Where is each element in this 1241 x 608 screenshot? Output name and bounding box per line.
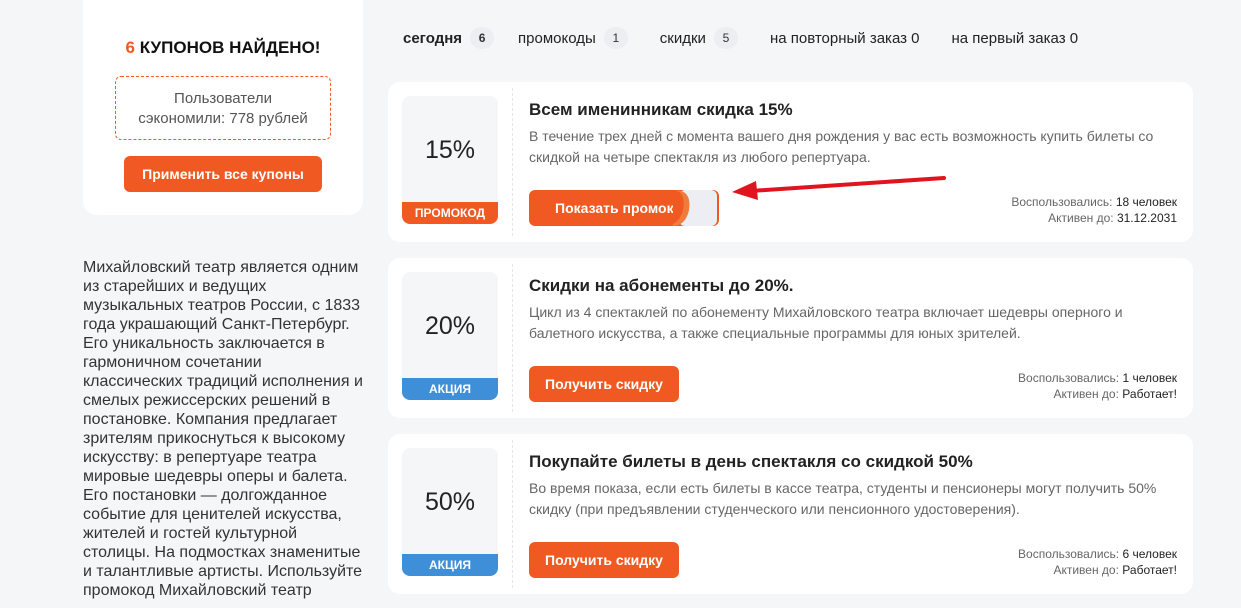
tab-promocodes-label: промокоды [518, 29, 596, 47]
tab-today-count: 6 [470, 27, 495, 49]
coupon-type-tag: АКЦИЯ [402, 554, 498, 576]
coupon-card: 20% АКЦИЯ Скидки на абонементы до 20%. Ц… [388, 258, 1193, 418]
active-until-value: Работает! [1122, 387, 1177, 401]
savings-line-2: сэкономили: 778 рублей [138, 110, 308, 127]
coupons-summary-card: 6 КУПОНОВ НАЙДЕНО! Пользователи сэкономи… [83, 0, 363, 215]
tab-discounts-label: скидки [659, 29, 706, 47]
tab-discounts[interactable]: скидки 5 [660, 27, 738, 49]
coupon-description: В течение трех дней с момента вашего дня… [529, 128, 1154, 165]
promocode-peel-corner[interactable] [669, 188, 719, 228]
coupon-description: Цикл из 4 спектаклей по абонементу Михай… [529, 304, 1123, 341]
coupon-divider [512, 88, 513, 236]
active-until-label: Активен до: [1053, 387, 1119, 401]
active-until-label: Активен до: [1053, 563, 1119, 577]
used-value: 6 человек [1122, 547, 1177, 561]
active-until-value: Работает! [1122, 563, 1177, 577]
used-label: Воспользовались: [1018, 371, 1120, 385]
filter-tabs: сегодня 6 промокоды 1 скидки 5 на повтор… [403, 27, 1110, 49]
coupon-title: Скидки на абонементы до 20%. [529, 276, 794, 295]
active-until-label: Активен до: [1048, 211, 1114, 225]
tab-first-order[interactable]: на первый заказ 0 [952, 30, 1079, 47]
coupon-title: Покупайте билеты в день спектакля со ски… [529, 452, 973, 471]
used-value: 18 человек [1115, 195, 1177, 209]
get-discount-button[interactable]: Получить скидку [529, 366, 679, 402]
tab-promocodes-count: 1 [603, 27, 628, 49]
tab-first-order-label: на первый заказ 0 [951, 29, 1079, 47]
tab-today-label: сегодня [403, 29, 463, 47]
coupons-found-count: 6 [125, 38, 136, 57]
savings-box: Пользователи сэкономили: 778 рублей [115, 76, 331, 140]
coupon-percent: 50% [424, 488, 476, 516]
coupon-title: Всем именинникам скидка 15% [529, 100, 793, 119]
coupon-discount-block: 15% ПРОМОКОД [402, 96, 498, 224]
coupon-meta: Воспользовались: 1 человек Активен до: Р… [1018, 370, 1177, 402]
coupon-meta: Воспользовались: 18 человек Активен до: … [1011, 194, 1177, 226]
coupon-percent: 15% [424, 136, 476, 164]
tab-discounts-count: 5 [713, 27, 738, 49]
get-discount-button[interactable]: Получить скидку [529, 542, 679, 578]
coupon-card: 15% ПРОМОКОД Всем именинникам скидка 15%… [388, 82, 1193, 242]
apply-all-coupons-button[interactable]: Применить все купоны [124, 156, 322, 192]
savings-line-1: Пользователи [174, 90, 272, 107]
coupon-percent: 20% [424, 312, 476, 340]
tab-repeat-order-label: на повторный заказ 0 [769, 29, 920, 47]
tab-promocodes[interactable]: промокоды 1 [518, 27, 628, 49]
coupon-divider [512, 440, 513, 588]
coupon-description: Во время показа, если есть билеты в касс… [529, 480, 1157, 517]
tab-today[interactable]: сегодня 6 [403, 27, 495, 49]
coupon-type-tag: ПРОМОКОД [402, 202, 498, 224]
coupons-found-heading: 6 КУПОНОВ НАЙДЕНО! [83, 38, 363, 58]
theatre-description: Михайловский театр является одним из ста… [83, 259, 363, 599]
used-label: Воспользовались: [1018, 547, 1120, 561]
coupon-discount-block: 20% АКЦИЯ [402, 272, 498, 400]
coupon-card: 50% АКЦИЯ Покупайте билеты в день спекта… [388, 434, 1193, 594]
coupon-divider [512, 264, 513, 412]
coupons-found-text: КУПОНОВ НАЙДЕНО! [139, 38, 321, 57]
tab-repeat-order[interactable]: на повторный заказ 0 [770, 30, 920, 47]
used-label: Воспользовались: [1011, 195, 1113, 209]
coupon-type-tag: АКЦИЯ [402, 378, 498, 400]
coupon-meta: Воспользовались: 6 человек Активен до: Р… [1018, 546, 1177, 578]
coupon-discount-block: 50% АКЦИЯ [402, 448, 498, 576]
annotation-arrow-icon [732, 176, 946, 200]
active-until-value: 31.12.2031 [1116, 211, 1177, 225]
used-value: 1 человек [1122, 371, 1177, 385]
